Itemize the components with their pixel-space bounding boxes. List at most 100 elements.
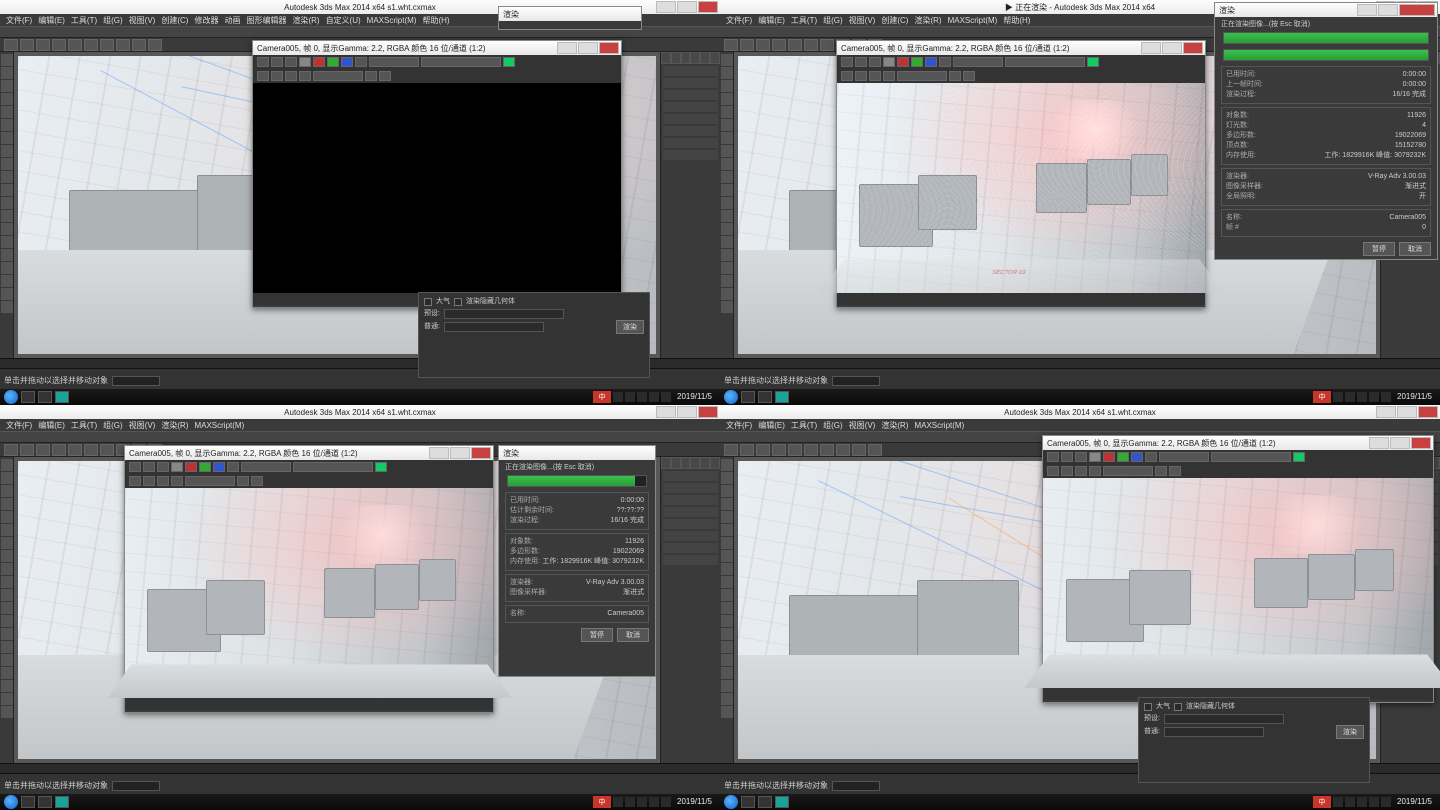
menu-script[interactable]: MAXScript(M) <box>914 421 964 430</box>
ime-indicator[interactable]: 中 <box>593 796 611 808</box>
vfb-canvas[interactable]: SECTOR 03 <box>1043 478 1433 688</box>
chk-atmos[interactable] <box>424 298 432 306</box>
tb-folder-icon[interactable] <box>38 391 52 403</box>
frame-spinner[interactable] <box>112 376 160 386</box>
redo-button[interactable] <box>20 39 34 51</box>
chk-hidden[interactable] <box>1174 703 1182 711</box>
taskbar[interactable]: 中 2019/11/5 <box>0 389 720 405</box>
vfb-max[interactable] <box>1390 437 1410 449</box>
menu-tools[interactable]: 工具(T) <box>791 15 817 26</box>
channel-dd[interactable] <box>369 57 419 67</box>
start-button[interactable] <box>4 390 18 404</box>
vfb-render-icon[interactable] <box>503 57 515 67</box>
vfb-toolbar2[interactable] <box>253 69 621 83</box>
close-button[interactable] <box>698 1 718 13</box>
alpha-toggle[interactable] <box>355 57 367 67</box>
vfb-close[interactable] <box>1183 42 1203 54</box>
ime-indicator[interactable]: 中 <box>1313 796 1331 808</box>
vfb-min[interactable] <box>429 447 449 459</box>
clock[interactable]: 2019/11/5 <box>673 798 716 806</box>
vfb-max[interactable] <box>578 42 598 54</box>
menu-group[interactable]: 组(G) <box>823 420 843 431</box>
menu-render[interactable]: 渲染(R) <box>914 15 941 26</box>
render-settings-panel[interactable]: 大气渲染隐藏几何体 预设: 普通: 渲染 <box>418 292 650 378</box>
taskbar[interactable]: 中 2019/11/5 <box>720 389 1440 405</box>
mini-dialog[interactable]: 渲染 <box>498 6 642 30</box>
vfb-window[interactable]: Camera005, 帧 0, 显示Gamma: 2.2, RGBA 颜色 16… <box>836 40 1206 308</box>
vfb-canvas[interactable]: SECTOR 03 <box>837 83 1205 293</box>
vfb-toolbar[interactable] <box>253 55 621 69</box>
g-toggle[interactable] <box>327 57 339 67</box>
menu-file[interactable]: 文件(F) <box>6 420 32 431</box>
chk-hidden[interactable] <box>454 298 462 306</box>
menu-view[interactable]: 视图(V) <box>849 15 876 26</box>
min-button[interactable] <box>656 1 676 13</box>
tray-icon[interactable] <box>625 392 635 402</box>
menu-render[interactable]: 渲染(R) <box>161 420 188 431</box>
clock[interactable]: 2019/11/5 <box>1393 798 1436 806</box>
max-button[interactable] <box>677 1 697 13</box>
material-button[interactable] <box>132 39 146 51</box>
vfb-min[interactable] <box>557 42 577 54</box>
vfb-close[interactable] <box>1411 437 1431 449</box>
vfb-max[interactable] <box>450 447 470 459</box>
move-button[interactable] <box>68 39 82 51</box>
stats-min[interactable] <box>1357 4 1377 16</box>
max-button[interactable] <box>677 406 697 418</box>
modify-tab[interactable] <box>671 52 681 64</box>
vfb-canvas[interactable] <box>253 83 621 293</box>
menu-tools[interactable]: 工具(T) <box>791 420 817 431</box>
vfb-canvas[interactable]: SECTOR 03 <box>125 488 493 698</box>
render-button-main[interactable]: 渲染 <box>616 320 644 334</box>
vfb-window[interactable]: Camera005, 帧 0, 显示Gamma: 2.2, RGBA 颜色 16… <box>252 40 622 308</box>
vfb-close[interactable] <box>599 42 619 54</box>
clock[interactable]: 2019/11/5 <box>673 393 716 401</box>
tb-explorer-icon[interactable] <box>21 391 35 403</box>
menu-edit[interactable]: 编辑(E) <box>38 15 65 26</box>
tb-explorer-icon[interactable] <box>741 391 755 403</box>
menu-view[interactable]: 视图(V) <box>849 420 876 431</box>
view-input[interactable] <box>1164 727 1264 737</box>
vfb-max[interactable] <box>1162 42 1182 54</box>
close-button[interactable] <box>698 406 718 418</box>
render-button-main[interactable]: 渲染 <box>1336 725 1364 739</box>
menu-script[interactable]: MAXScript(M) <box>367 16 417 25</box>
cancel-button[interactable]: 取消 <box>617 628 649 642</box>
start-button[interactable] <box>724 390 738 404</box>
menu-custom[interactable]: 自定义(U) <box>326 15 361 26</box>
start-button[interactable] <box>724 795 738 809</box>
menu-tools[interactable]: 工具(T) <box>71 15 97 26</box>
render-settings-panel[interactable]: 大气渲染隐藏几何体 预设: 普通: 渲染 <box>1138 697 1370 783</box>
menu-file[interactable]: 文件(F) <box>726 420 752 431</box>
rgb-toggle[interactable] <box>299 57 311 67</box>
motion-tab[interactable] <box>690 52 700 64</box>
menu-file[interactable]: 文件(F) <box>726 15 752 26</box>
preset-dd[interactable] <box>421 57 501 67</box>
menu-edit[interactable]: 编辑(E) <box>38 420 65 431</box>
display-tab[interactable] <box>700 52 710 64</box>
stats-close[interactable] <box>1399 4 1435 16</box>
menu-group[interactable]: 组(G) <box>103 420 123 431</box>
left-toolstrip[interactable] <box>720 52 734 358</box>
timeslider[interactable] <box>720 358 1440 368</box>
menu-create[interactable]: 创建(C) <box>881 15 908 26</box>
tray-icon[interactable] <box>637 392 647 402</box>
max-button[interactable] <box>1397 406 1417 418</box>
r-toggle[interactable] <box>313 57 325 67</box>
menu-file[interactable]: 文件(F) <box>6 15 32 26</box>
menu-script[interactable]: MAXScript(M) <box>948 16 998 25</box>
menu-graph[interactable]: 图形编辑器 <box>246 15 286 26</box>
copy-icon[interactable] <box>271 57 283 67</box>
menu-help[interactable]: 帮助(H) <box>422 15 449 26</box>
render-progress-panel[interactable]: 渲染 正在渲染图像...(按 Esc 取消) 已用时间:0:00:00 估计剩余… <box>498 445 656 677</box>
close-button[interactable] <box>1418 406 1438 418</box>
left-toolstrip[interactable] <box>0 52 14 358</box>
tb-folder-icon[interactable] <box>758 391 772 403</box>
tray-icon[interactable] <box>649 392 659 402</box>
menu-view[interactable]: 视图(V) <box>129 15 156 26</box>
menu-anim[interactable]: 动画 <box>224 15 240 26</box>
menubar[interactable]: 文件(F)编辑(E)工具(T)组(G)视图(V)渲染(R)MAXScript(M… <box>0 419 720 431</box>
menu-create[interactable]: 创建(C) <box>161 15 188 26</box>
menu-tools[interactable]: 工具(T) <box>71 420 97 431</box>
start-button[interactable] <box>4 795 18 809</box>
